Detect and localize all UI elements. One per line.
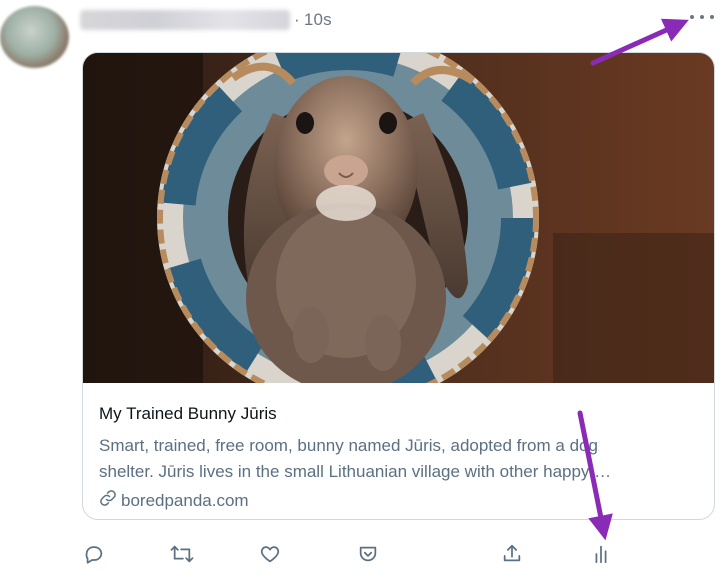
tweet-header: · 10s [80, 8, 332, 32]
analytics-icon[interactable] [587, 540, 615, 568]
tweet-action-bar [0, 540, 723, 572]
card-domain-text: boredpanda.com [121, 490, 249, 510]
tweet-time-separator: · [294, 10, 300, 29]
more-options-icon[interactable] [690, 9, 714, 25]
card-image-bunny-in-life-ring[interactable]: S.O.S [83, 53, 714, 383]
card-description-line-1: Smart, trained, free room, bunny named J… [99, 436, 598, 455]
more-dot [700, 15, 704, 19]
card-title[interactable]: My Trained Bunny Jūris [99, 403, 699, 425]
card-domain[interactable]: boredpanda.com [99, 489, 699, 512]
heart-icon[interactable] [256, 540, 284, 568]
share-icon[interactable] [498, 540, 526, 568]
pocket-save-icon[interactable] [354, 540, 382, 568]
card-description-line-2: shelter. Jūris lives in the small Lithua… [99, 462, 612, 481]
reply-icon[interactable] [80, 540, 108, 568]
redacted-username[interactable] [80, 10, 290, 30]
tweet-timestamp[interactable]: 10s [304, 10, 332, 30]
more-dot [710, 15, 714, 19]
retweet-icon[interactable] [168, 540, 196, 568]
more-dot [690, 15, 694, 19]
card-text-block[interactable]: My Trained Bunny Jūris Smart, trained, f… [99, 403, 699, 512]
avatar[interactable] [0, 6, 69, 68]
link-preview-card[interactable]: S.O.S My Trained Bunny Jūris Smart, trai… [82, 52, 715, 520]
bunny-photo: S.O.S [83, 53, 714, 383]
link-icon [99, 489, 117, 512]
